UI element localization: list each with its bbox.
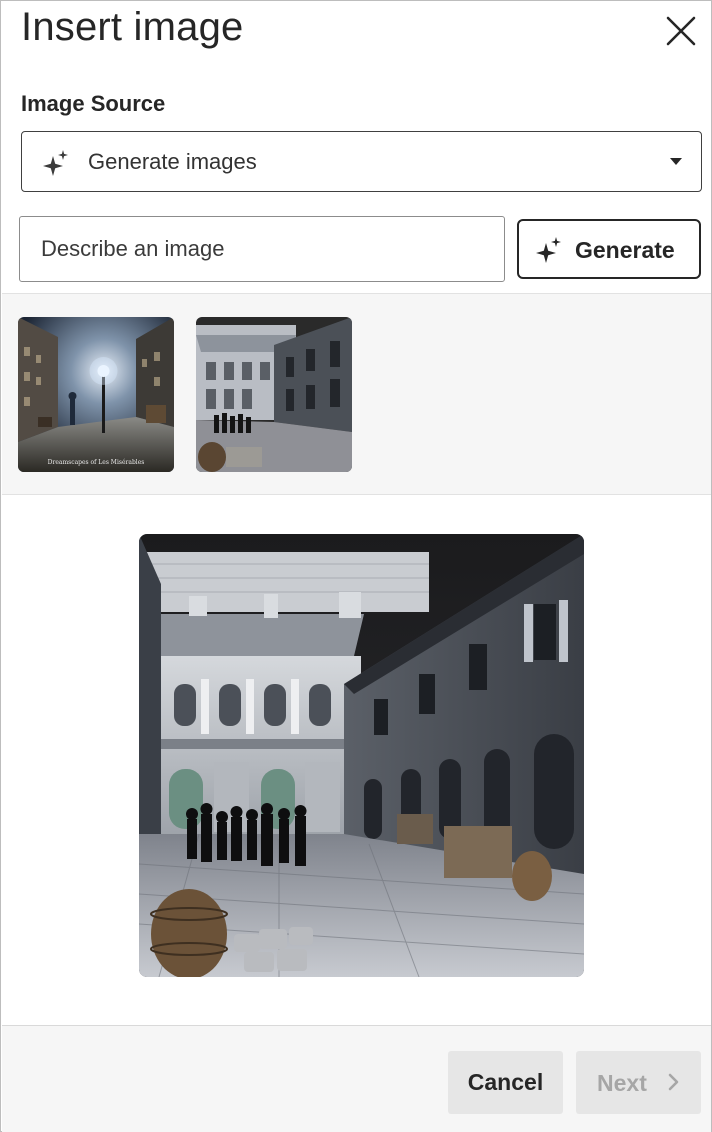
thumbnail-courtyard[interactable] [196,317,352,472]
generate-button[interactable]: Generate [517,219,701,279]
image-source-select[interactable]: Generate images [21,131,702,192]
generated-thumbnails: Dreamscapes of Les Misérables [2,293,711,495]
preview-image [139,534,584,977]
sparkle-icon [536,237,561,263]
dialog-title: Insert image [21,5,244,49]
close-button[interactable] [661,11,701,51]
next-label: Next [597,1070,647,1096]
sparkle-icon [43,150,68,176]
svg-text:Dreamscapes of Les Misérables: Dreamscapes of Les Misérables [48,459,145,466]
insert-image-dialog: Insert image Image Source Generate image… [0,0,712,1132]
image-source-label: Image Source [21,91,166,116]
cancel-button[interactable]: Cancel [448,1051,563,1114]
caret-down-icon [670,158,682,165]
image-source-value: Generate images [88,149,257,174]
generate-label: Generate [575,237,675,263]
describe-image-input[interactable] [19,216,505,282]
close-icon [666,16,696,46]
thumbnail-night-street[interactable]: Dreamscapes of Les Misérables [18,317,174,472]
next-button[interactable]: Next [576,1051,701,1114]
chevron-right-icon [668,1073,679,1091]
